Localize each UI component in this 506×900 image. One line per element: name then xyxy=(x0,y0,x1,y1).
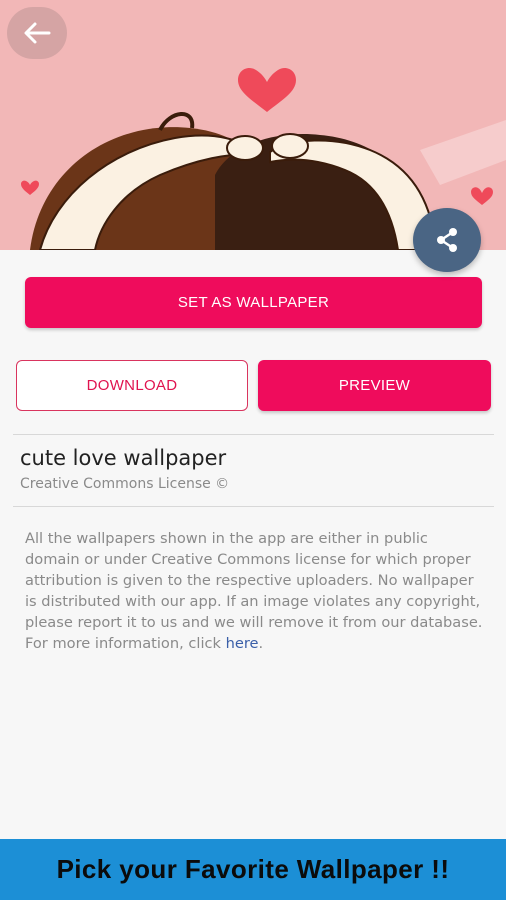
divider xyxy=(13,506,494,507)
promo-banner-text: Pick your Favorite Wallpaper !! xyxy=(56,854,450,884)
set-as-wallpaper-button[interactable]: SET AS WALLPAPER xyxy=(25,277,482,328)
wallpaper-title: cute love wallpaper xyxy=(20,446,227,470)
disclaimer-text: All the wallpapers shown in the app are … xyxy=(25,530,483,652)
download-button[interactable]: DOWNLOAD xyxy=(16,360,248,411)
more-info-link[interactable]: here xyxy=(226,635,259,652)
license-label: Creative Commons License © xyxy=(20,476,230,492)
share-icon xyxy=(437,228,457,252)
disclaimer-trailing: . xyxy=(258,635,264,652)
preview-button[interactable]: PREVIEW xyxy=(258,360,491,411)
share-button[interactable] xyxy=(413,208,481,272)
back-button[interactable] xyxy=(7,7,67,59)
promo-banner[interactable]: Pick your Favorite Wallpaper !! xyxy=(0,839,506,900)
divider xyxy=(13,434,494,435)
arrow-left-icon xyxy=(24,22,51,44)
copyright-disclaimer: All the wallpapers shown in the app are … xyxy=(25,528,487,654)
